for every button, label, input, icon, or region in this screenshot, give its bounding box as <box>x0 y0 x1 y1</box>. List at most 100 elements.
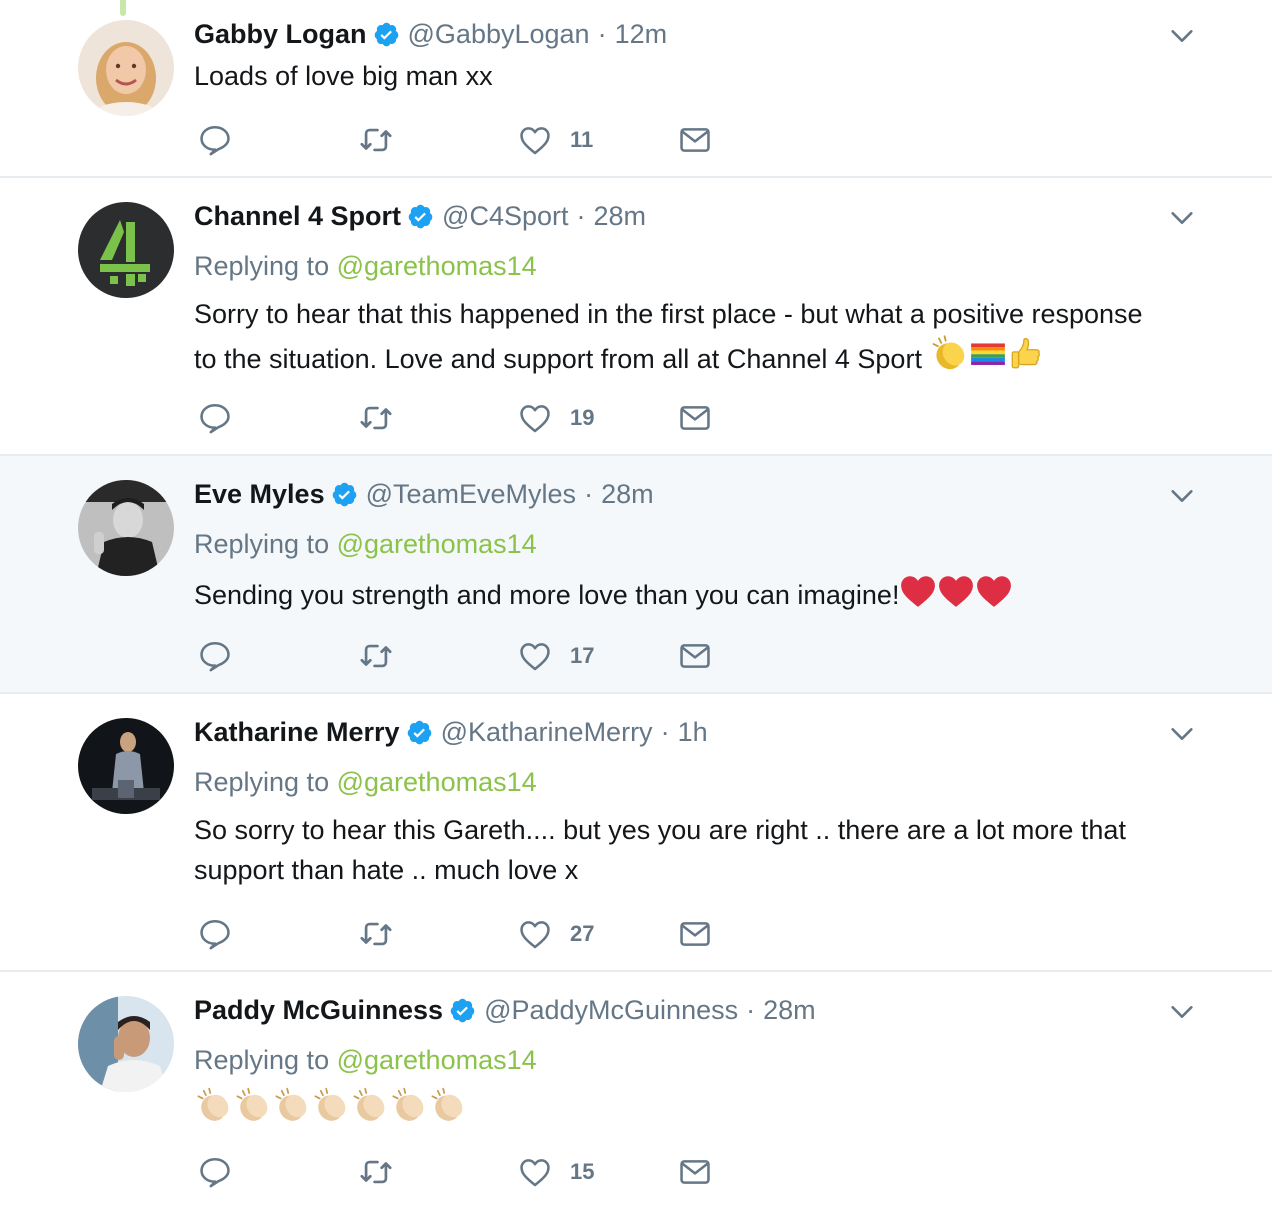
display-name[interactable]: Gabby Logan <box>194 17 367 51</box>
avatar-photo <box>78 718 174 814</box>
mention-link[interactable]: @garethomas14 <box>337 767 537 797</box>
separator: · <box>584 479 594 509</box>
tweet-header: Paddy McGuinness @PaddyMcGuinness · 28m <box>194 993 816 1027</box>
tweet-actions: 15 <box>194 1152 754 1192</box>
timestamp[interactable]: 28m <box>594 199 647 233</box>
display-name[interactable]: Channel 4 Sport <box>194 199 401 233</box>
display-name[interactable]: Eve Myles <box>194 477 325 511</box>
chevron-down-icon[interactable] <box>1168 204 1196 232</box>
retweet-button[interactable] <box>357 914 395 954</box>
replying-to: Replying to @garethomas14 <box>194 249 537 283</box>
verified-badge-icon <box>373 21 400 48</box>
channel-4-logo <box>78 202 174 298</box>
reply-button[interactable] <box>198 914 232 954</box>
tweet-actions: 17 <box>194 636 754 676</box>
direct-message-button[interactable] <box>678 914 712 954</box>
red-heart-icon <box>899 572 937 610</box>
separator: · <box>597 19 607 49</box>
username[interactable]: @TeamEveMyles <box>366 477 576 511</box>
timestamp[interactable]: 28m <box>601 477 654 511</box>
clapping-hands-icon <box>272 1086 311 1126</box>
retweet-icon <box>357 639 395 673</box>
chevron-down-icon[interactable] <box>1168 22 1196 50</box>
avatar[interactable] <box>78 202 174 298</box>
avatar[interactable] <box>78 20 174 116</box>
thumbs-up-icon <box>1007 334 1045 374</box>
display-name[interactable]: Paddy McGuinness <box>194 993 443 1027</box>
separator: · <box>576 201 586 231</box>
replying-prefix: Replying to <box>194 767 330 797</box>
avatar[interactable] <box>78 480 174 576</box>
chevron-down-icon[interactable] <box>1168 998 1196 1026</box>
timestamp[interactable]: 28m <box>763 993 816 1027</box>
direct-message-button[interactable] <box>678 1152 712 1192</box>
like-button[interactable]: 17 <box>518 636 594 676</box>
clapping-hands-icon <box>233 1086 272 1126</box>
direct-message-button[interactable] <box>678 120 712 160</box>
tweet-text-line: support than hate .. much love x <box>194 855 579 885</box>
retweet-button[interactable] <box>357 1152 395 1192</box>
avatar-photo <box>78 480 174 576</box>
like-icon <box>518 123 552 157</box>
direct-message-icon <box>678 123 712 157</box>
tweet[interactable]: Channel 4 Sport @C4Sport · 28m Replying … <box>0 178 1272 456</box>
clapping-hands-icon <box>428 1086 467 1126</box>
verified-badge-icon <box>331 481 358 508</box>
avatar-photo <box>78 996 174 1092</box>
avatar[interactable] <box>78 996 174 1092</box>
like-count: 19 <box>570 405 595 430</box>
reply-button[interactable] <box>198 636 232 676</box>
like-icon <box>518 917 552 951</box>
direct-message-button[interactable] <box>678 636 712 676</box>
tweet-text <box>194 1086 1204 1131</box>
like-icon <box>518 639 552 673</box>
replying-prefix: Replying to <box>194 251 330 281</box>
like-count: 11 <box>570 127 594 152</box>
display-name[interactable]: Katharine Merry <box>194 715 400 749</box>
mention-link[interactable]: @garethomas14 <box>337 1045 537 1075</box>
reply-button[interactable] <box>198 1152 232 1192</box>
reply-icon <box>198 401 232 435</box>
reply-button[interactable] <box>198 120 232 160</box>
like-count: 15 <box>570 1159 595 1184</box>
retweet-button[interactable] <box>357 120 395 160</box>
tweet[interactable]: Eve Myles @TeamEveMyles · 28m Replying t… <box>0 456 1272 694</box>
tweet[interactable]: Katharine Merry @KatharineMerry · 1h Rep… <box>0 694 1272 972</box>
separator: · <box>660 717 670 747</box>
reply-button[interactable] <box>198 398 232 438</box>
timestamp[interactable]: 1h <box>678 715 708 749</box>
tweet[interactable]: Paddy McGuinness @PaddyMcGuinness · 28m … <box>0 972 1272 1208</box>
chevron-down-icon[interactable] <box>1168 720 1196 748</box>
replying-to: Replying to @garethomas14 <box>194 765 537 799</box>
chevron-down-icon[interactable] <box>1168 482 1196 510</box>
like-button[interactable]: 11 <box>518 120 593 160</box>
retweet-button[interactable] <box>357 636 395 676</box>
direct-message-button[interactable] <box>678 398 712 438</box>
timestamp[interactable]: 12m <box>615 17 668 51</box>
username[interactable]: @KatharineMerry <box>441 715 653 749</box>
avatar[interactable] <box>78 718 174 814</box>
like-button[interactable]: 19 <box>518 398 594 438</box>
retweet-icon <box>357 917 395 951</box>
username[interactable]: @GabbyLogan <box>408 17 590 51</box>
tweet[interactable]: Gabby Logan @GabbyLogan · 12m Loads of l… <box>0 0 1272 178</box>
thread-line <box>120 0 126 16</box>
like-count: 27 <box>570 921 595 946</box>
username[interactable]: @C4Sport <box>442 199 568 233</box>
like-button[interactable]: 27 <box>518 914 594 954</box>
reply-icon <box>198 1155 232 1189</box>
mention-link[interactable]: @garethomas14 <box>337 529 537 559</box>
tweet-text: Sorry to hear that this happened in the … <box>194 294 1204 379</box>
red-heart-icon <box>937 572 975 610</box>
retweet-button[interactable] <box>357 398 395 438</box>
tweet-actions: 27 <box>194 914 754 954</box>
username[interactable]: @PaddyMcGuinness <box>484 993 738 1027</box>
retweet-icon <box>357 1155 395 1189</box>
tweet-header: Katharine Merry @KatharineMerry · 1h <box>194 715 708 749</box>
replying-to: Replying to @garethomas14 <box>194 1043 537 1077</box>
red-heart-icon <box>975 572 1013 610</box>
mention-link[interactable]: @garethomas14 <box>337 251 537 281</box>
clapping-hands-icon <box>350 1086 389 1126</box>
like-button[interactable]: 15 <box>518 1152 594 1192</box>
direct-message-icon <box>678 639 712 673</box>
